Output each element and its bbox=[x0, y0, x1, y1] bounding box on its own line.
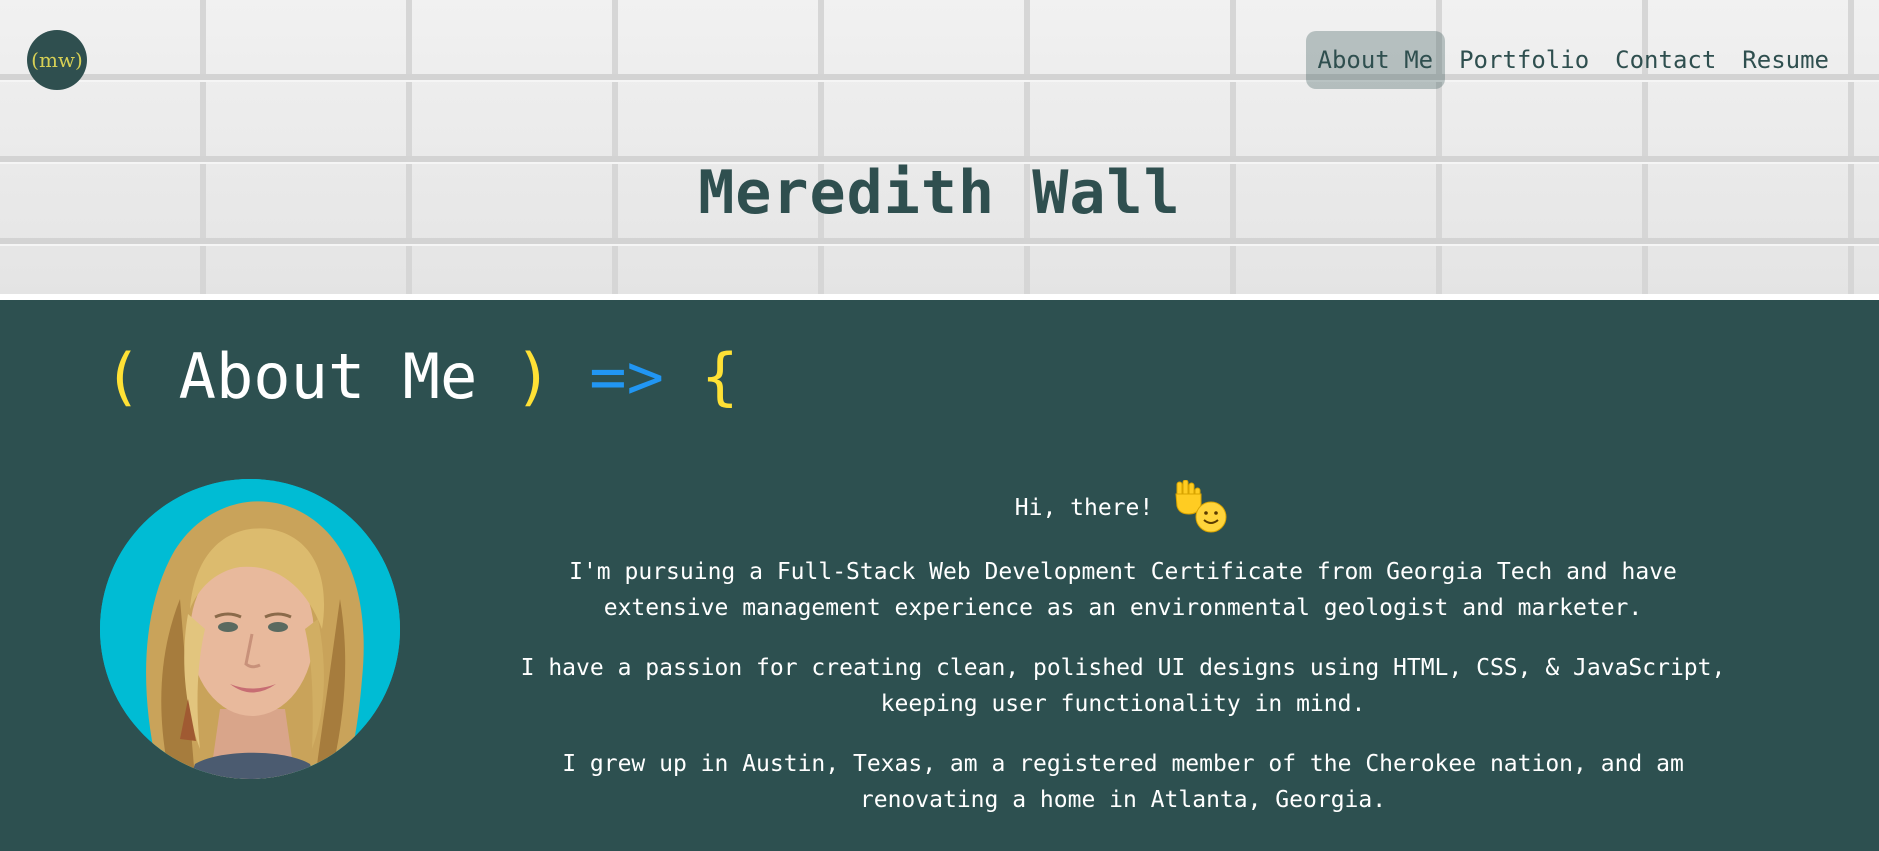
bio: Hi, there! I'm pursuing a Full-Stack Web… bbox=[520, 479, 1726, 842]
greeting-line: Hi, there! bbox=[1014, 479, 1231, 536]
bio-paragraph-2: I have a passion for creating clean, pol… bbox=[520, 655, 1726, 717]
bio-paragraph-3: I grew up in Austin, Texas, am a registe… bbox=[562, 751, 1684, 813]
heading-brace: { bbox=[701, 340, 739, 413]
heading-open-paren: ( bbox=[104, 340, 142, 413]
waving-hand-smiley-icon bbox=[1171, 479, 1231, 536]
profile-photo-illustration bbox=[100, 479, 400, 779]
nav-portfolio[interactable]: Portfolio bbox=[1447, 31, 1601, 89]
greeting-text: Hi, there! bbox=[1014, 495, 1154, 521]
site-title: Meredith Wall bbox=[698, 158, 1181, 228]
heading-arrow: => bbox=[589, 340, 664, 413]
about-heading: ( About Me ) => { bbox=[104, 340, 739, 413]
profile-photo bbox=[100, 479, 400, 779]
logo[interactable]: (mw) bbox=[27, 30, 87, 90]
nav-resume[interactable]: Resume bbox=[1730, 31, 1841, 89]
main-nav: About Me Portfolio Contact Resume bbox=[1305, 31, 1842, 89]
nav-about-me[interactable]: About Me bbox=[1305, 31, 1446, 89]
nav-contact[interactable]: Contact bbox=[1603, 31, 1728, 89]
site-header: (mw) About Me Portfolio Contact Resume M… bbox=[0, 0, 1879, 300]
heading-text: About Me bbox=[178, 340, 478, 413]
heading-close-paren: ) bbox=[514, 340, 552, 413]
bio-paragraph-1: I'm pursuing a Full-Stack Web Developmen… bbox=[569, 559, 1677, 621]
about-section: ( About Me ) => {Hi, there! I'm pursuin… bbox=[0, 300, 1879, 851]
